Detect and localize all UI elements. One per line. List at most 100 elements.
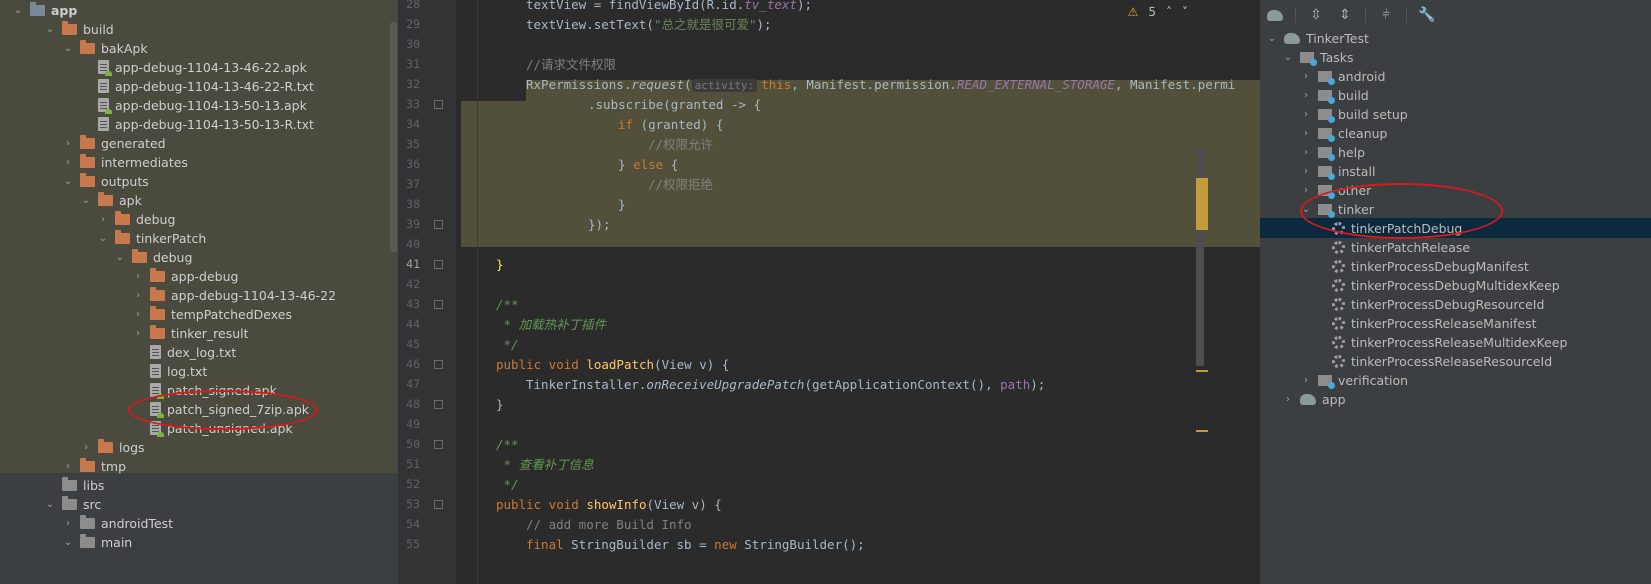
gradle-item[interactable]: ⌄ tinker xyxy=(1260,199,1651,219)
chevron-right-icon[interactable]: › xyxy=(132,327,144,339)
expand-all-icon[interactable]: ⇳ xyxy=(1307,6,1325,24)
chevron-right-icon[interactable]: › xyxy=(62,517,74,529)
tree-item[interactable]: › androidTest xyxy=(0,513,398,533)
tree-item[interactable]: › tinker_result xyxy=(0,323,398,343)
tree-item[interactable]: libs xyxy=(0,475,398,495)
chevron-right-icon[interactable]: › xyxy=(80,441,92,453)
chevron-down-icon[interactable]: ⌄ xyxy=(114,251,126,263)
chevron-down-icon[interactable]: ⌄ xyxy=(62,42,74,54)
chevron-right-icon[interactable]: › xyxy=(132,289,144,301)
editor-stripe-marker[interactable] xyxy=(1196,430,1208,432)
gradle-item[interactable]: › app xyxy=(1260,389,1651,409)
tree-item[interactable]: ⌄ build xyxy=(0,19,398,39)
tree-item[interactable]: › generated xyxy=(0,133,398,153)
gradle-item[interactable]: tinkerProcessReleaseResourceId xyxy=(1260,351,1651,371)
gradle-item[interactable]: › other xyxy=(1260,180,1651,200)
gradle-item[interactable]: › build setup xyxy=(1260,104,1651,124)
gradle-item[interactable]: tinkerPatchRelease xyxy=(1260,237,1651,257)
chevron-right-icon[interactable]: › xyxy=(1282,393,1294,405)
fold-marker[interactable] xyxy=(434,360,443,369)
collapse-all-icon[interactable]: ⇕ xyxy=(1336,6,1354,24)
chevron-down-icon[interactable]: ⌄ xyxy=(62,175,74,187)
tree-item[interactable]: app-debug-1104-13-50-13-R.txt xyxy=(0,114,398,134)
gradle-item[interactable]: › cleanup xyxy=(1260,123,1651,143)
gradle-item[interactable]: › android xyxy=(1260,66,1651,86)
gradle-item[interactable]: tinkerProcessReleaseManifest xyxy=(1260,313,1651,333)
tree-item[interactable]: › app-debug-1104-13-46-22 xyxy=(0,285,398,305)
tree-item[interactable]: log.txt xyxy=(0,361,398,381)
editor-stripe-marker[interactable] xyxy=(1196,370,1208,372)
fold-marker[interactable] xyxy=(434,260,443,269)
gradle-item[interactable]: tinkerProcessReleaseMultidexKeep xyxy=(1260,332,1651,352)
fold-marker[interactable] xyxy=(434,300,443,309)
gradle-item[interactable]: tinkerProcessDebugResourceId xyxy=(1260,294,1651,314)
gradle-item[interactable]: › install xyxy=(1260,161,1651,181)
tree-item[interactable]: app-debug-1104-13-46-22.apk xyxy=(0,57,398,77)
tree-item[interactable]: ⌄ bakApk xyxy=(0,38,398,58)
elephant-icon[interactable] xyxy=(1266,6,1284,24)
next-highlight-icon[interactable]: ˅ xyxy=(1182,5,1188,19)
tree-item[interactable]: ⌄ debug xyxy=(0,247,398,267)
link-icon[interactable]: ⫩ xyxy=(1377,6,1395,24)
tree-item[interactable]: ⌄ tinkerPatch xyxy=(0,228,398,248)
chevron-down-icon[interactable]: ⌄ xyxy=(44,23,56,35)
tree-item[interactable]: ⌄ main xyxy=(0,532,398,552)
tree-item[interactable]: dex_log.txt xyxy=(0,342,398,362)
fold-marker[interactable] xyxy=(434,440,443,449)
gradle-item[interactable]: › verification xyxy=(1260,370,1651,390)
tree-item[interactable]: › debug xyxy=(0,209,398,229)
gradle-item[interactable]: › build xyxy=(1260,85,1651,105)
tree-item[interactable]: app-debug-1104-13-50-13.apk xyxy=(0,95,398,115)
chevron-right-icon[interactable]: › xyxy=(97,213,109,225)
gradle-item[interactable]: ⌄ TinkerTest xyxy=(1260,28,1651,48)
editor-stripe-marker[interactable] xyxy=(1196,178,1208,230)
tree-item[interactable]: app-debug-1104-13-46-22-R.txt xyxy=(0,76,398,96)
previous-highlight-icon[interactable]: ˄ xyxy=(1166,5,1172,19)
tree-item[interactable]: ⌄ apk xyxy=(0,190,398,210)
chevron-down-icon[interactable]: ⌄ xyxy=(1282,51,1294,63)
tree-item[interactable]: patch_unsigned.apk xyxy=(0,418,398,438)
tree-item[interactable]: ⌄ app xyxy=(0,0,398,20)
chevron-right-icon[interactable]: › xyxy=(1300,184,1312,196)
gradle-item[interactable]: tinkerProcessDebugMultidexKeep xyxy=(1260,275,1651,295)
fold-marker[interactable] xyxy=(434,400,443,409)
chevron-down-icon[interactable]: ⌄ xyxy=(1266,32,1278,44)
chevron-down-icon[interactable]: ⌄ xyxy=(97,232,109,244)
chevron-right-icon[interactable]: › xyxy=(1300,165,1312,177)
chevron-right-icon[interactable]: › xyxy=(62,137,74,149)
chevron-down-icon[interactable]: ⌄ xyxy=(1300,203,1312,215)
tree-item[interactable]: patch_signed_7zip.apk xyxy=(0,399,398,419)
chevron-right-icon[interactable]: › xyxy=(132,308,144,320)
project-tree-scrollbar[interactable] xyxy=(390,22,397,252)
tree-item[interactable]: › app-debug xyxy=(0,266,398,286)
gradle-item[interactable]: › help xyxy=(1260,142,1651,162)
chevron-right-icon[interactable]: › xyxy=(1300,89,1312,101)
chevron-right-icon[interactable]: › xyxy=(62,460,74,472)
tree-item[interactable]: › intermediates xyxy=(0,152,398,172)
fold-marker[interactable] xyxy=(434,100,443,109)
inspection-widget[interactable]: ⚠ 5 ˄ ˅ xyxy=(1128,5,1188,19)
chevron-right-icon[interactable]: › xyxy=(1300,108,1312,120)
gradle-item[interactable]: tinkerProcessDebugManifest xyxy=(1260,256,1651,276)
chevron-right-icon[interactable]: › xyxy=(62,156,74,168)
tree-item[interactable]: › tempPatchedDexes xyxy=(0,304,398,324)
chevron-right-icon[interactable]: › xyxy=(1300,146,1312,158)
gradle-item[interactable]: ⌄ Tasks xyxy=(1260,47,1651,67)
tree-item[interactable]: ⌄ src xyxy=(0,494,398,514)
code-editor[interactable]: 28 29 30 31 32 33 34 35 36 37 38 39 40 41 42 43 44 45 46 47… xyxy=(398,0,1260,584)
fold-marker[interactable] xyxy=(434,220,443,229)
tree-item[interactable]: › logs xyxy=(0,437,398,457)
tree-item[interactable]: ⌄ outputs xyxy=(0,171,398,191)
chevron-right-icon[interactable]: › xyxy=(1300,127,1312,139)
wrench-icon[interactable]: 🔧 xyxy=(1418,6,1436,24)
tree-item[interactable]: patch_signed.apk xyxy=(0,380,398,400)
chevron-down-icon[interactable]: ⌄ xyxy=(12,4,24,16)
chevron-right-icon[interactable]: › xyxy=(1300,70,1312,82)
chevron-right-icon[interactable]: › xyxy=(1300,374,1312,386)
gradle-item[interactable]: tinkerPatchDebug xyxy=(1260,218,1651,238)
tree-item[interactable]: › tmp xyxy=(0,456,398,476)
chevron-down-icon[interactable]: ⌄ xyxy=(44,498,56,510)
chevron-down-icon[interactable]: ⌄ xyxy=(80,194,92,206)
chevron-down-icon[interactable]: ⌄ xyxy=(62,536,74,548)
chevron-right-icon[interactable]: › xyxy=(132,270,144,282)
